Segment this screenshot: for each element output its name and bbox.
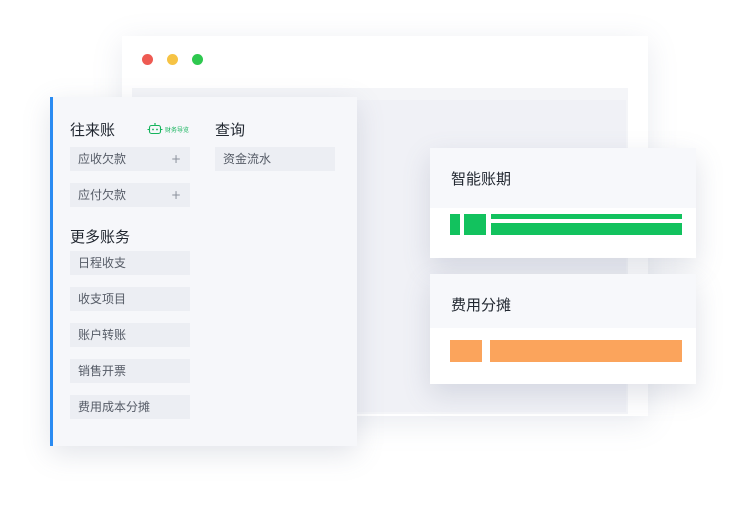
minimize-window-button[interactable]	[167, 54, 178, 65]
accounts-section-title: 往来账	[70, 121, 116, 139]
progress-segment	[464, 214, 486, 235]
menu-item-cost-allocation[interactable]: 费用成本分摊	[70, 395, 190, 419]
finance-guide-badge[interactable]: 财务导览	[147, 123, 189, 135]
progress-segment	[491, 214, 682, 219]
menu-item-label: 费用成本分摊	[78, 400, 151, 414]
accounts-menu-panel: 往来账 财务导览 应收欠款 + 应付欠款 + 查询 资金流水 更多账务 日程收支…	[50, 97, 357, 446]
card-title: 智能账期	[451, 170, 512, 188]
menu-item-transfer[interactable]: 账户转账	[70, 323, 190, 347]
progress-segment	[450, 340, 482, 362]
progress-segment	[450, 214, 460, 235]
menu-item-receivables[interactable]: 应收欠款 +	[70, 147, 190, 171]
card-header: 智能账期	[430, 148, 696, 208]
menu-item-label: 应付欠款	[78, 188, 127, 202]
card-title: 费用分摊	[451, 296, 512, 314]
more-accounts-section-title: 更多账务	[70, 228, 131, 246]
smart-billing-card[interactable]: 智能账期	[430, 148, 696, 258]
maximize-window-button[interactable]	[192, 54, 203, 65]
menu-item-payables[interactable]: 应付欠款 +	[70, 183, 190, 207]
progress-segment	[491, 223, 682, 235]
add-receivable-icon[interactable]: +	[171, 147, 181, 171]
menu-item-invoicing[interactable]: 销售开票	[70, 359, 190, 383]
menu-item-label: 日程收支	[78, 256, 127, 270]
progress-segment	[490, 340, 682, 362]
query-section-title: 查询	[215, 121, 246, 139]
menu-item-label: 资金流水	[223, 152, 272, 166]
finance-guide-label: 财务导览	[165, 126, 190, 134]
robot-icon	[147, 123, 163, 135]
menu-accent-bar	[50, 97, 53, 446]
menu-item-fund-flow[interactable]: 资金流水	[215, 147, 335, 171]
menu-item-income-expense[interactable]: 收支项目	[70, 287, 190, 311]
card-header: 费用分摊	[430, 274, 696, 328]
add-payable-icon[interactable]: +	[171, 183, 181, 207]
menu-item-label: 应收欠款	[78, 152, 127, 166]
stage: 往来账 财务导览 应收欠款 + 应付欠款 + 查询 资金流水 更多账务 日程收支…	[0, 0, 746, 509]
menu-item-label: 账户转账	[78, 328, 127, 342]
menu-item-schedule[interactable]: 日程收支	[70, 251, 190, 275]
menu-item-label: 销售开票	[78, 364, 127, 378]
expense-allocation-card[interactable]: 费用分摊	[430, 274, 696, 384]
menu-item-label: 收支项目	[78, 292, 127, 306]
close-window-button[interactable]	[142, 54, 153, 65]
